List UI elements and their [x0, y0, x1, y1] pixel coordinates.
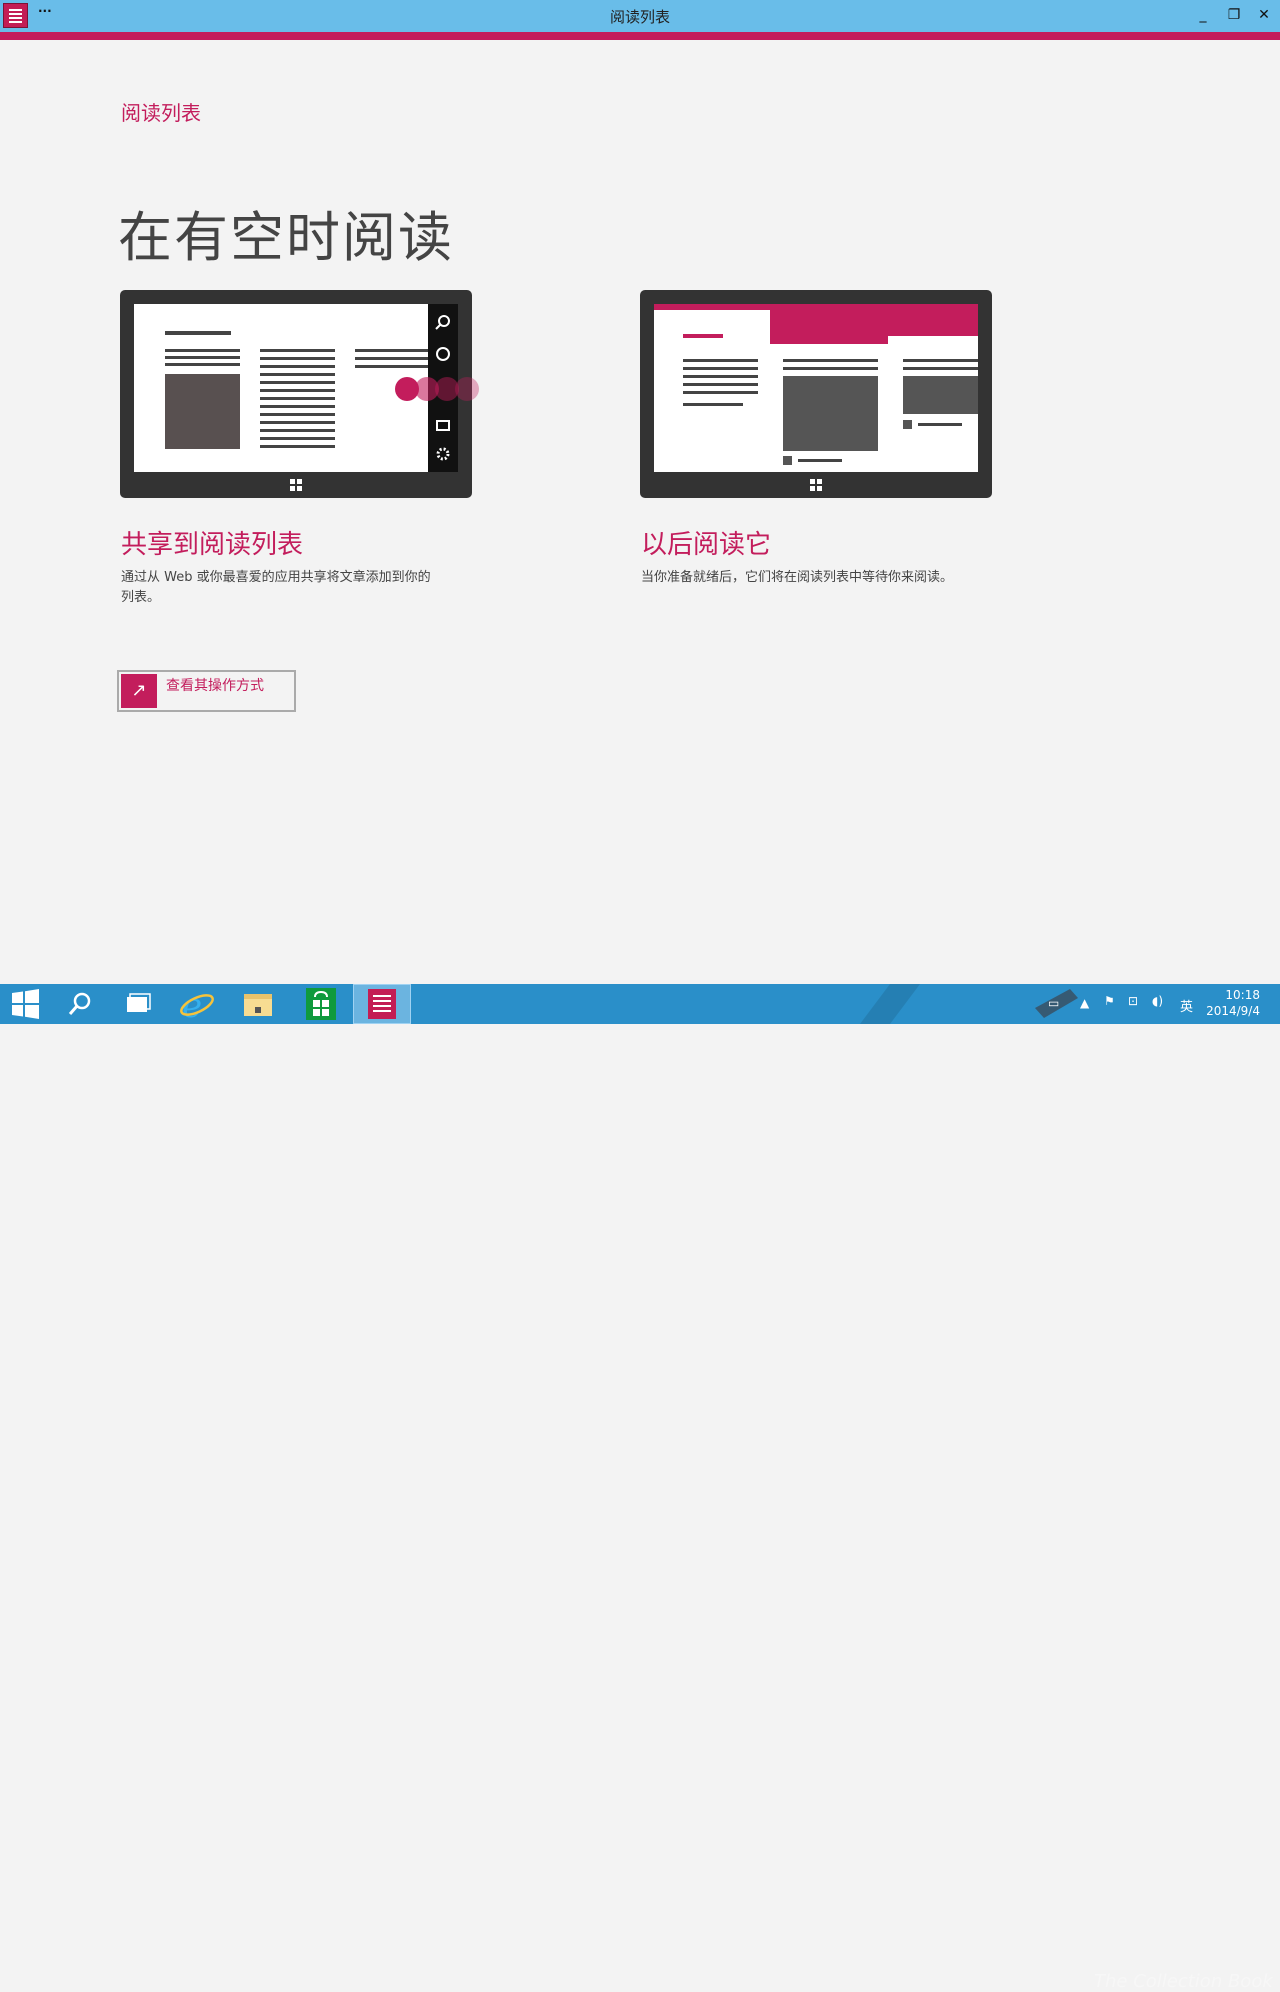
read-later-illustration	[640, 290, 992, 498]
reading-list-icon	[368, 989, 396, 1019]
share-heading: 共享到阅读列表	[121, 530, 304, 560]
show-hidden-icons-icon[interactable]: ▲	[1080, 996, 1089, 1036]
search-icon	[68, 992, 91, 1015]
task-view-icon	[127, 993, 151, 1012]
share-description-line1: 通过从 Web 或你最喜爱的应用共享将文章添加到你的	[121, 570, 431, 585]
hero-heading: 在有空时阅读	[118, 206, 454, 269]
task-view-button[interactable]	[110, 984, 168, 1024]
network-icon[interactable]: ⊡	[1128, 994, 1138, 1034]
input-language-indicator[interactable]: 英	[1180, 996, 1193, 1036]
see-how-it-works-label: 查看其操作方式	[166, 678, 264, 694]
volume-icon[interactable]: ◖)	[1152, 994, 1163, 1034]
share-description: 通过从 Web 或你最喜爱的应用共享将文章添加到你的 列表。	[121, 568, 491, 608]
clock-time: 10:18	[1225, 988, 1260, 1002]
see-how-it-works-button[interactable]: ↗ 查看其操作方式	[117, 670, 296, 712]
close-button[interactable]: ✕	[1252, 4, 1276, 26]
file-explorer-button[interactable]	[228, 984, 286, 1024]
accent-bar	[0, 32, 1280, 40]
windows-logo-icon	[810, 479, 822, 491]
store-button[interactable]	[291, 984, 349, 1024]
search-button[interactable]	[52, 984, 110, 1024]
start-button[interactable]	[0, 984, 58, 1024]
read-later-heading: 以后阅读它	[641, 530, 772, 560]
windows-logo-icon	[290, 479, 302, 491]
share-illustration	[120, 290, 479, 498]
title-bar: ··· 阅读列表 _ ❐ ✕	[0, 0, 1280, 32]
action-center-icon[interactable]: ▭	[1048, 996, 1059, 1036]
app-title: 阅读列表	[121, 101, 201, 125]
internet-explorer-button[interactable]: e	[168, 984, 226, 1026]
share-description-line2: 列表。	[121, 590, 161, 605]
flag-icon[interactable]: ⚑	[1104, 994, 1115, 1034]
taskbar-stripe-decoration	[860, 984, 920, 1024]
window-title: 阅读列表	[609, 8, 670, 26]
share-dots	[395, 377, 479, 401]
watermark-text: The Collection Book	[1094, 1971, 1273, 1992]
file-explorer-icon	[244, 994, 272, 1016]
start-icon	[12, 989, 39, 1019]
restore-button[interactable]: ❐	[1222, 4, 1246, 26]
clock-date: 2014/9/4	[1206, 1004, 1260, 1018]
read-later-description: 当你准备就绪后，它们将在阅读列表中等待你来阅读。	[641, 568, 1041, 588]
store-icon	[306, 988, 336, 1020]
taskbar: e ▭ ▲ ⚑ ⊡ ◖) 英 The Collection Book 10:18…	[0, 984, 1280, 1992]
arrow-up-right-icon: ↗	[121, 674, 157, 708]
internet-explorer-icon: e	[180, 986, 214, 1026]
read-later-description-line1: 当你准备就绪后，它们将在阅读列表中等待你来阅读。	[641, 570, 954, 585]
clock[interactable]: 10:18 2014/9/4	[1206, 987, 1260, 1019]
reading-list-taskbar-button[interactable]	[353, 984, 411, 1024]
minimize-button[interactable]: _	[1191, 4, 1215, 26]
